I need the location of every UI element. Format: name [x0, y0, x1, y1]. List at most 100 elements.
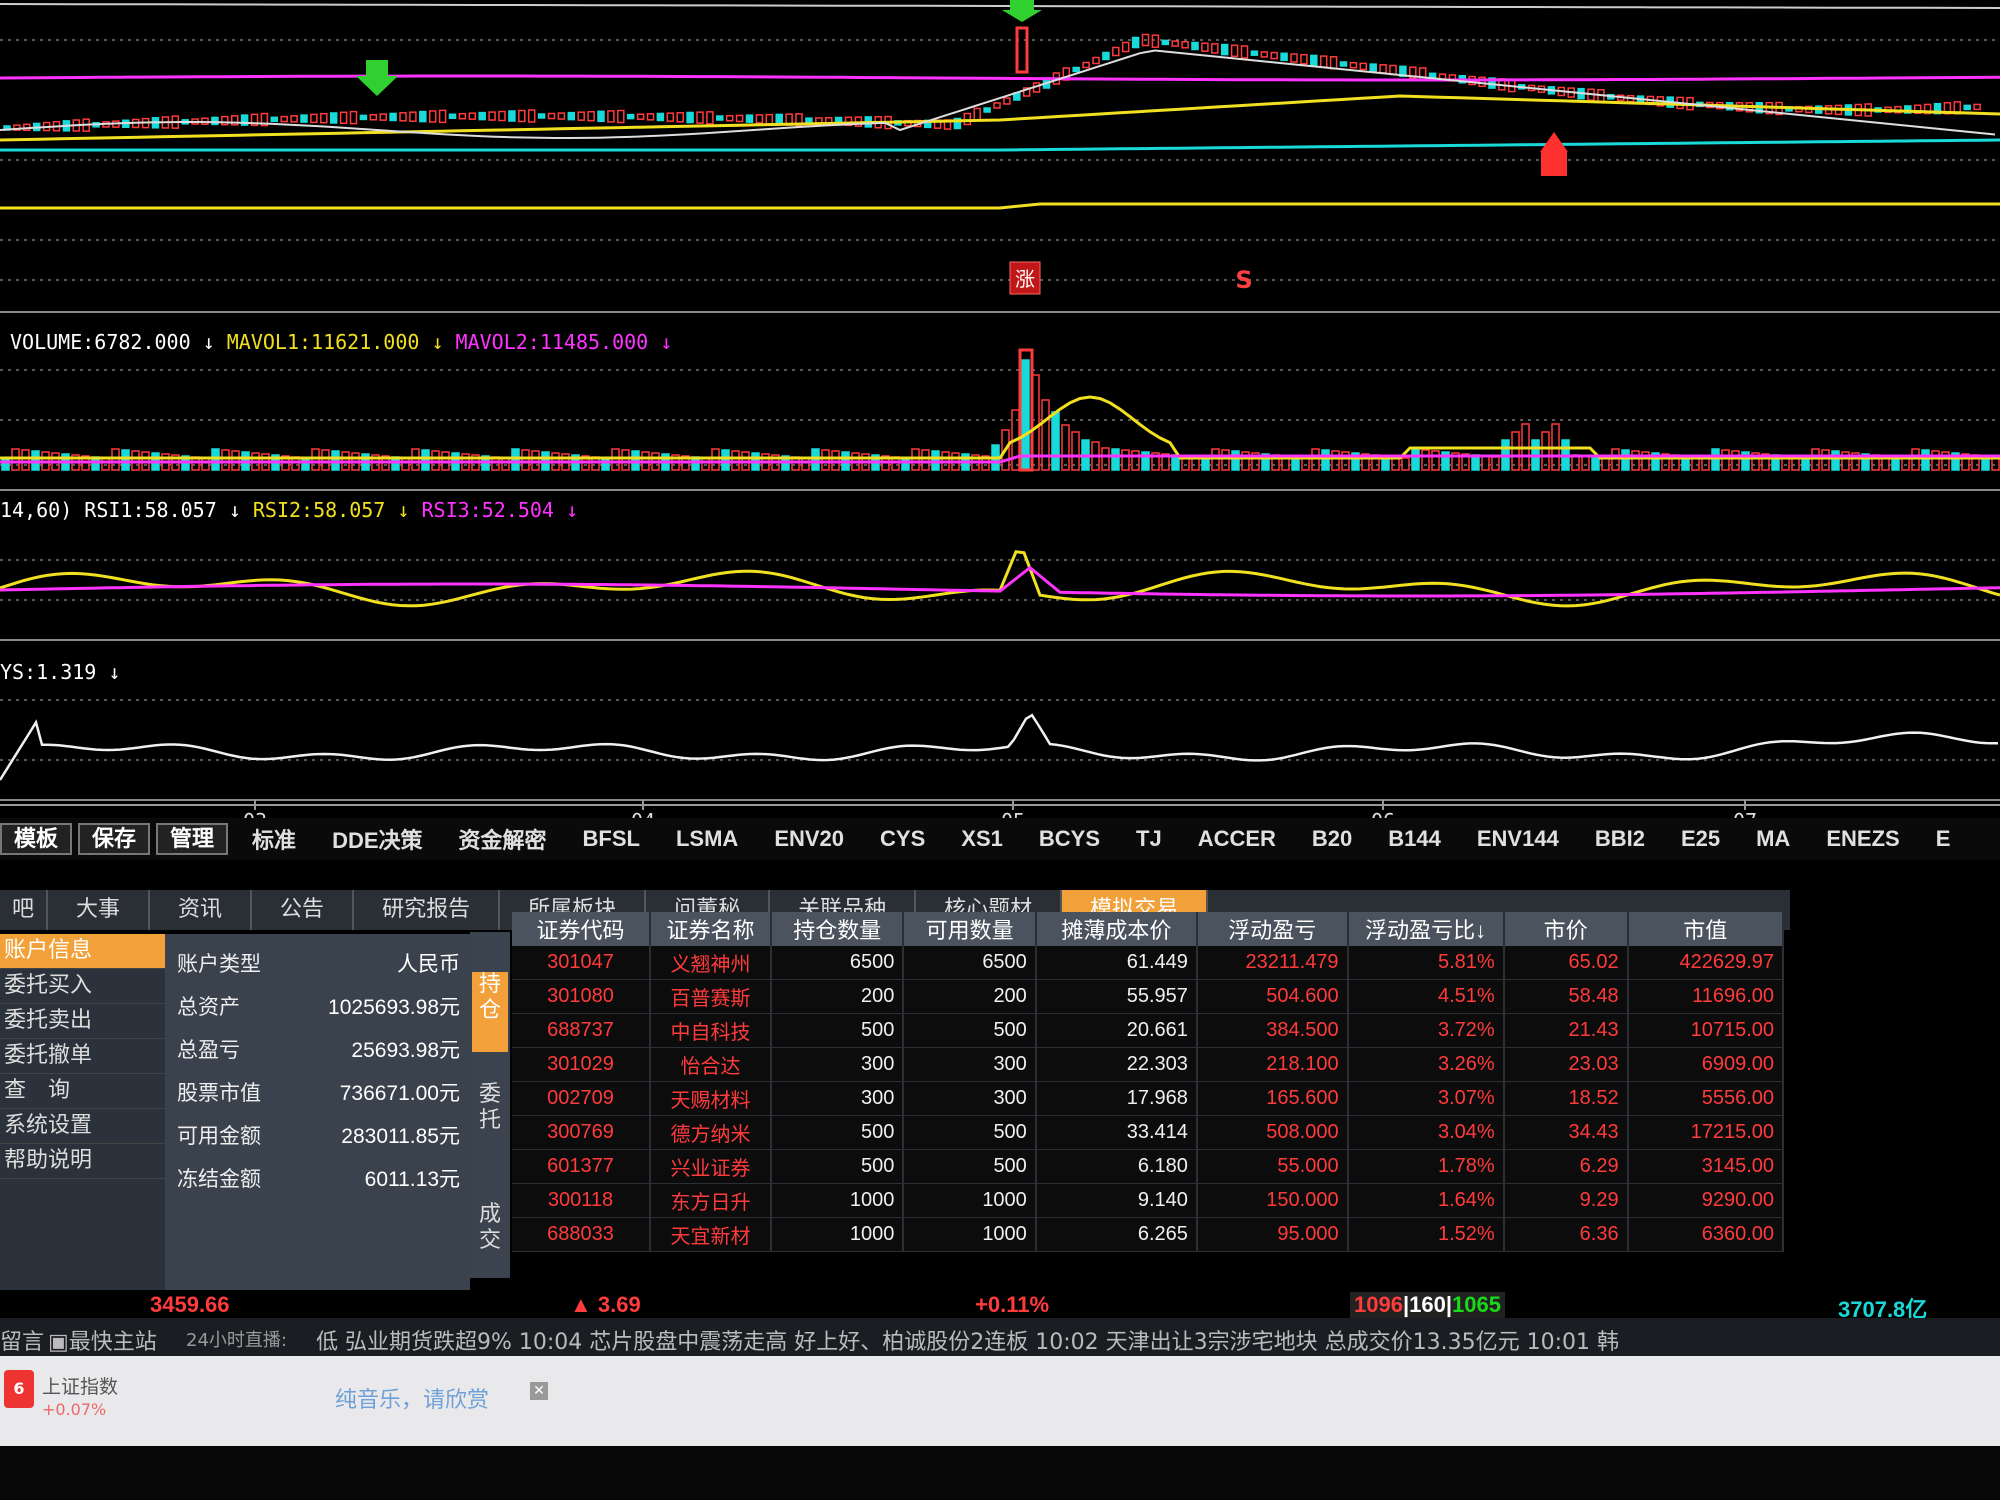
vertical-tab-char: 仓 [478, 998, 501, 1023]
volume-bar [1111, 448, 1120, 471]
table-cell: 6.180 [1035, 1149, 1198, 1184]
formula-item-1[interactable]: DDE决策 [314, 823, 440, 855]
left-menu-item[interactable]: 委托卖出 [0, 1004, 165, 1039]
buy-arrow-down-icon [1002, 0, 1042, 22]
table-row[interactable]: 002709 天赐材料 300 300 17.968 165.600 3.07% 18.52 5… [512, 1081, 1785, 1116]
formula-item-10[interactable]: ACCER [1180, 826, 1294, 852]
table-cell: 天赐材料 [650, 1081, 773, 1116]
price-candle-large [1015, 26, 1029, 74]
tab-2[interactable]: 公告 [252, 890, 355, 930]
close-icon[interactable]: ✕ [530, 1382, 548, 1400]
column-header[interactable]: 可用数量 [903, 912, 1037, 946]
price-candle [1201, 42, 1209, 52]
column-header[interactable]: 浮动盈亏比↓ [1347, 912, 1505, 946]
formula-item-2[interactable]: 资金解密 [441, 823, 565, 855]
formula-item-7[interactable]: XS1 [943, 826, 1021, 852]
news-ticker[interactable]: 留言 ▣最快主站 24小时直播: 低 弘业期货跌超9% 10:04 芯片股盘中震… [0, 1318, 2000, 1356]
volume-bar [701, 457, 710, 471]
price-candle [1003, 97, 1011, 105]
tab-1[interactable]: 资讯 [150, 890, 253, 930]
formula-item-9[interactable]: TJ [1118, 826, 1180, 852]
formula-item-3[interactable]: BFSL [565, 826, 658, 852]
formula-button-0[interactable]: 模板 [0, 823, 73, 855]
formula-item-6[interactable]: CYS [862, 826, 943, 852]
taskbar-index-name[interactable]: 上证指数 [42, 1372, 118, 1399]
column-header[interactable]: 摊薄成本价 [1035, 912, 1198, 946]
vertical-tab-0[interactable]: 持仓 [472, 972, 508, 1052]
rsi1-value: RSI1:58.057 ↓ [84, 498, 241, 522]
table-row[interactable]: 688033 天宜新材 1000 1000 6.265 95.000 1.52% 6.36 63… [512, 1217, 1785, 1252]
table-cell: 17.968 [1035, 1081, 1198, 1116]
vertical-tab-2[interactable]: 成交 [472, 1202, 508, 1254]
formula-item-13[interactable]: ENV144 [1459, 826, 1577, 852]
price-candle [577, 111, 585, 121]
column-header[interactable]: 市值 [1627, 912, 1785, 946]
left-menu-item[interactable]: 系统设置 [0, 1109, 165, 1144]
column-header[interactable]: 持仓数量 [771, 912, 905, 946]
vertical-tab-1[interactable]: 委托 [472, 1082, 508, 1134]
formula-item-12[interactable]: B144 [1370, 826, 1459, 852]
left-menu-item[interactable]: 委托买入 [0, 969, 165, 1004]
ticker-left[interactable]: 留言 [0, 1324, 44, 1356]
formula-item-15[interactable]: E25 [1663, 826, 1738, 852]
price-candle [458, 112, 467, 120]
account-label: 总资产 [177, 995, 240, 1019]
formula-button-2[interactable]: 管理 [156, 823, 229, 855]
tab-first[interactable]: 吧 [0, 890, 49, 930]
table-cell: 301047 [512, 946, 652, 980]
chart-gridlines [0, 39, 2000, 801]
price-candle [428, 110, 437, 123]
price-candle [1319, 55, 1328, 68]
column-header[interactable]: 市价 [1503, 912, 1629, 946]
table-row[interactable]: 300118 东方日升 1000 1000 9.140 150.000 1.64% 9.29 9… [512, 1183, 1785, 1218]
table-row[interactable]: 301047 义翘神州 6500 6500 61.449 23211.479 5.81% 65… [512, 946, 1785, 980]
ma-line-white [0, 49, 1996, 139]
ticker-news[interactable]: 低 弘业期货跌超9% 10:04 芯片股盘中震荡走高 好上好、柏诚股份2连板 1… [316, 1324, 1619, 1356]
table-row[interactable]: 688737 中自科技 500 500 20.661 384.500 3.72% 21.43 1… [512, 1013, 1785, 1048]
left-menu-item[interactable]: 委托撤单 [0, 1039, 165, 1074]
table-row[interactable]: 601377 兴业证券 500 500 6.180 55.000 1.78% 6.29 3145… [512, 1149, 1785, 1184]
formula-item-8[interactable]: BCYS [1021, 826, 1118, 852]
formula-item-11[interactable]: B20 [1294, 826, 1370, 852]
formula-item-0[interactable]: 标准 [234, 823, 314, 855]
table-cell: 3.07% [1347, 1081, 1505, 1116]
tab-3[interactable]: 研究报告 [354, 890, 501, 930]
taskbar-index-change: +0.07% [42, 1400, 107, 1419]
vertical-tab-char: 委 [478, 1082, 501, 1107]
fastest-server-button[interactable]: ▣最快主站 [48, 1324, 157, 1356]
formula-item-14[interactable]: BBI2 [1577, 826, 1663, 852]
stock-index-icon[interactable]: 6 [4, 1370, 34, 1408]
left-menu-item[interactable]: 帮助说明 [0, 1144, 165, 1179]
volume-bar [1221, 449, 1230, 471]
table-row[interactable]: 301080 百普赛斯 200 200 55.957 504.600 4.51% 58.48 1… [512, 979, 1785, 1014]
column-header[interactable]: 浮动盈亏 [1196, 912, 1349, 946]
table-row[interactable]: 301029 怡合达 300 300 22.303 218.100 3.26% 23.03 69… [512, 1047, 1785, 1082]
formula-item-17[interactable]: ENEZS [1808, 826, 1917, 852]
up-marker-label: 涨 [1015, 267, 1035, 291]
stock-chart-area[interactable]: 涨 S 0304050607 [0, 0, 2000, 820]
table-cell: 5556.00 [1627, 1081, 1785, 1116]
volume-bar [1041, 399, 1050, 471]
formula-button-1[interactable]: 保存 [78, 823, 151, 855]
flat-count: 160 [1409, 1292, 1446, 1317]
tab-0[interactable]: 大事 [48, 890, 151, 930]
table-cell: 3.26% [1347, 1047, 1505, 1082]
table-cell: 1000 [903, 1217, 1037, 1252]
table-cell: 65.02 [1503, 946, 1629, 980]
music-label[interactable]: 纯音乐，请欣赏 [335, 1382, 489, 1414]
sell-marker-label: S [1235, 266, 1252, 294]
volume-bar [21, 449, 30, 471]
price-candle [1072, 66, 1080, 73]
left-menu-item[interactable]: 账户信息 [0, 934, 165, 969]
table-row[interactable]: 300769 德方纳米 500 500 33.414 508.000 3.04% 34.43 1… [512, 1115, 1785, 1150]
mavol2-value: MAVOL2:11485.000 ↓ [455, 330, 673, 354]
column-header[interactable]: 证券名称 [650, 912, 773, 946]
formula-item-5[interactable]: ENV20 [756, 826, 862, 852]
formula-item-16[interactable]: MA [1738, 826, 1808, 852]
left-menu-item[interactable]: 查 询 [0, 1074, 165, 1109]
formula-item-18[interactable]: E [1918, 826, 1969, 852]
price-candle [1102, 51, 1110, 61]
column-header[interactable]: 证券代码 [512, 912, 652, 946]
volume-bar [421, 449, 430, 471]
formula-item-4[interactable]: LSMA [658, 826, 756, 852]
